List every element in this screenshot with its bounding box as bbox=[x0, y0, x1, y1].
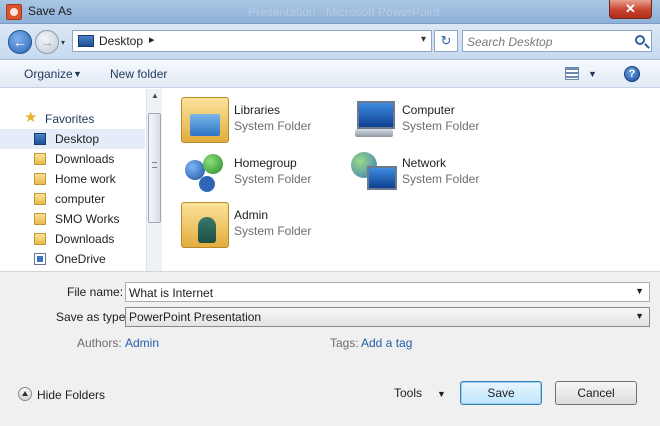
folder-icon bbox=[34, 153, 46, 165]
tags-value[interactable]: Add a tag bbox=[361, 336, 412, 350]
collapse-up-icon bbox=[18, 387, 32, 401]
nav-item-label: Downloads bbox=[55, 152, 115, 166]
recent-pages-dropdown[interactable]: ▾ bbox=[61, 38, 65, 47]
help-icon[interactable]: ? bbox=[624, 66, 640, 82]
save-form: File name: ▼ Save as type: PowerPoint Pr… bbox=[0, 271, 660, 426]
new-folder-button[interactable]: New folder bbox=[110, 67, 167, 81]
item-name: Network bbox=[402, 156, 447, 170]
file-name-combobox[interactable]: ▼ bbox=[125, 282, 650, 302]
file-list: Libraries System Folder Computer System … bbox=[163, 89, 660, 271]
organize-chevron-down-icon[interactable]: ▼ bbox=[73, 69, 82, 79]
nav-item-downloads-2[interactable]: Downloads bbox=[0, 229, 145, 249]
nav-item-downloads[interactable]: Downloads bbox=[0, 149, 145, 169]
forward-button[interactable]: → bbox=[35, 30, 59, 54]
nav-item-label: computer bbox=[55, 192, 106, 206]
command-toolbar: Organize ▼ New folder ▼ ? bbox=[0, 61, 660, 88]
back-button[interactable]: ← bbox=[8, 30, 32, 54]
refresh-button[interactable]: ↻ bbox=[434, 30, 458, 52]
search-input[interactable] bbox=[467, 34, 627, 49]
file-name-label: File name: bbox=[67, 285, 124, 299]
nav-item-home-work[interactable]: Home work bbox=[0, 169, 145, 189]
homegroup-icon bbox=[181, 150, 229, 196]
close-button[interactable]: ✕ bbox=[609, 0, 652, 19]
nav-scrollbar[interactable]: ▲ bbox=[146, 89, 162, 271]
search-icon[interactable] bbox=[635, 35, 645, 45]
hide-folders-label: Hide Folders bbox=[37, 388, 106, 402]
item-name: Libraries bbox=[234, 103, 281, 117]
nav-item-label: Downloads bbox=[55, 232, 115, 246]
view-options-chevron-down-icon[interactable]: ▼ bbox=[588, 69, 597, 79]
item-name: Computer bbox=[402, 103, 455, 117]
breadcrumb-arrow-icon[interactable]: ▸ bbox=[149, 33, 155, 46]
save-as-type-label: Save as type: bbox=[56, 310, 129, 324]
save-as-type-select[interactable]: PowerPoint Presentation ▼ bbox=[125, 307, 650, 327]
item-name: Homegroup bbox=[234, 156, 297, 170]
save-as-type-chevron-down-icon[interactable]: ▼ bbox=[635, 311, 644, 321]
grip-icon bbox=[152, 162, 157, 168]
nav-item-label: Desktop bbox=[55, 132, 100, 146]
item-type: System Folder bbox=[234, 224, 312, 238]
onedrive-icon bbox=[34, 253, 46, 265]
list-item-libraries[interactable]: Libraries System Folder bbox=[181, 97, 351, 145]
tags-label: Tags: bbox=[330, 336, 359, 350]
change-view-icon[interactable] bbox=[565, 67, 579, 80]
save-button[interactable]: Save bbox=[460, 381, 542, 405]
cancel-button[interactable]: Cancel bbox=[555, 381, 637, 405]
powerpoint-app-icon bbox=[6, 4, 22, 20]
list-item-admin[interactable]: Admin System Folder bbox=[181, 202, 351, 250]
nav-item-label: SMO Works bbox=[55, 212, 120, 226]
list-item-network[interactable]: Network System Folder bbox=[349, 150, 519, 198]
item-name: Admin bbox=[234, 208, 269, 222]
folder-icon bbox=[34, 193, 46, 205]
nav-item-onedrive[interactable]: OneDrive bbox=[0, 249, 145, 269]
nav-item-label: Home work bbox=[55, 172, 116, 186]
nav-item-desktop[interactable]: Desktop bbox=[0, 129, 145, 149]
folder-icon bbox=[34, 213, 46, 225]
folder-icon bbox=[34, 173, 46, 185]
save-as-type-value: PowerPoint Presentation bbox=[129, 310, 262, 324]
authors-value[interactable]: Admin bbox=[125, 336, 159, 350]
search-box[interactable] bbox=[462, 30, 652, 52]
nav-item-label: OneDrive bbox=[55, 252, 106, 266]
item-type: System Folder bbox=[234, 172, 312, 186]
list-item-homegroup[interactable]: Homegroup System Folder bbox=[181, 150, 351, 198]
authors-label: Authors: bbox=[77, 336, 122, 350]
item-type: System Folder bbox=[234, 119, 312, 133]
nav-favorites[interactable]: ★ Favorites bbox=[0, 109, 145, 129]
address-bar: ← → ▾ Desktop ▸ ▾ ↻ bbox=[0, 24, 660, 60]
folder-icon bbox=[34, 233, 46, 245]
background-window-title: Presentation - Microsoft PowerPoint bbox=[248, 5, 440, 19]
item-type: System Folder bbox=[402, 119, 480, 133]
admin-user-icon bbox=[181, 202, 229, 248]
organize-button[interactable]: Organize bbox=[24, 67, 73, 81]
computer-icon bbox=[349, 97, 397, 143]
tools-chevron-down-icon[interactable]: ▼ bbox=[437, 389, 446, 399]
breadcrumb[interactable]: Desktop ▸ ▾ bbox=[72, 30, 432, 52]
scroll-up-arrow-icon[interactable]: ▲ bbox=[151, 91, 159, 100]
favorites-label: Favorites bbox=[45, 112, 95, 126]
item-type: System Folder bbox=[402, 172, 480, 186]
libraries-icon bbox=[181, 97, 229, 143]
desktop-icon bbox=[34, 133, 46, 145]
file-name-chevron-down-icon[interactable]: ▼ bbox=[635, 286, 644, 296]
title-bar: Save As Presentation - Microsoft PowerPo… bbox=[0, 0, 660, 24]
desktop-icon bbox=[78, 35, 94, 47]
tools-button[interactable]: Tools bbox=[394, 386, 422, 400]
file-name-input[interactable] bbox=[129, 285, 619, 300]
navigation-pane: ★ Favorites Desktop Downloads Home work … bbox=[0, 89, 145, 271]
address-history-dropdown[interactable]: ▾ bbox=[421, 34, 426, 45]
star-icon: ★ bbox=[24, 109, 38, 126]
nav-item-computer[interactable]: computer bbox=[0, 189, 145, 209]
window-title: Save As bbox=[28, 4, 73, 18]
nav-item-smo-works[interactable]: SMO Works bbox=[0, 209, 145, 229]
breadcrumb-desktop[interactable]: Desktop bbox=[99, 34, 143, 48]
network-icon bbox=[349, 150, 397, 196]
list-item-computer[interactable]: Computer System Folder bbox=[349, 97, 519, 145]
scroll-thumb[interactable] bbox=[148, 113, 161, 223]
